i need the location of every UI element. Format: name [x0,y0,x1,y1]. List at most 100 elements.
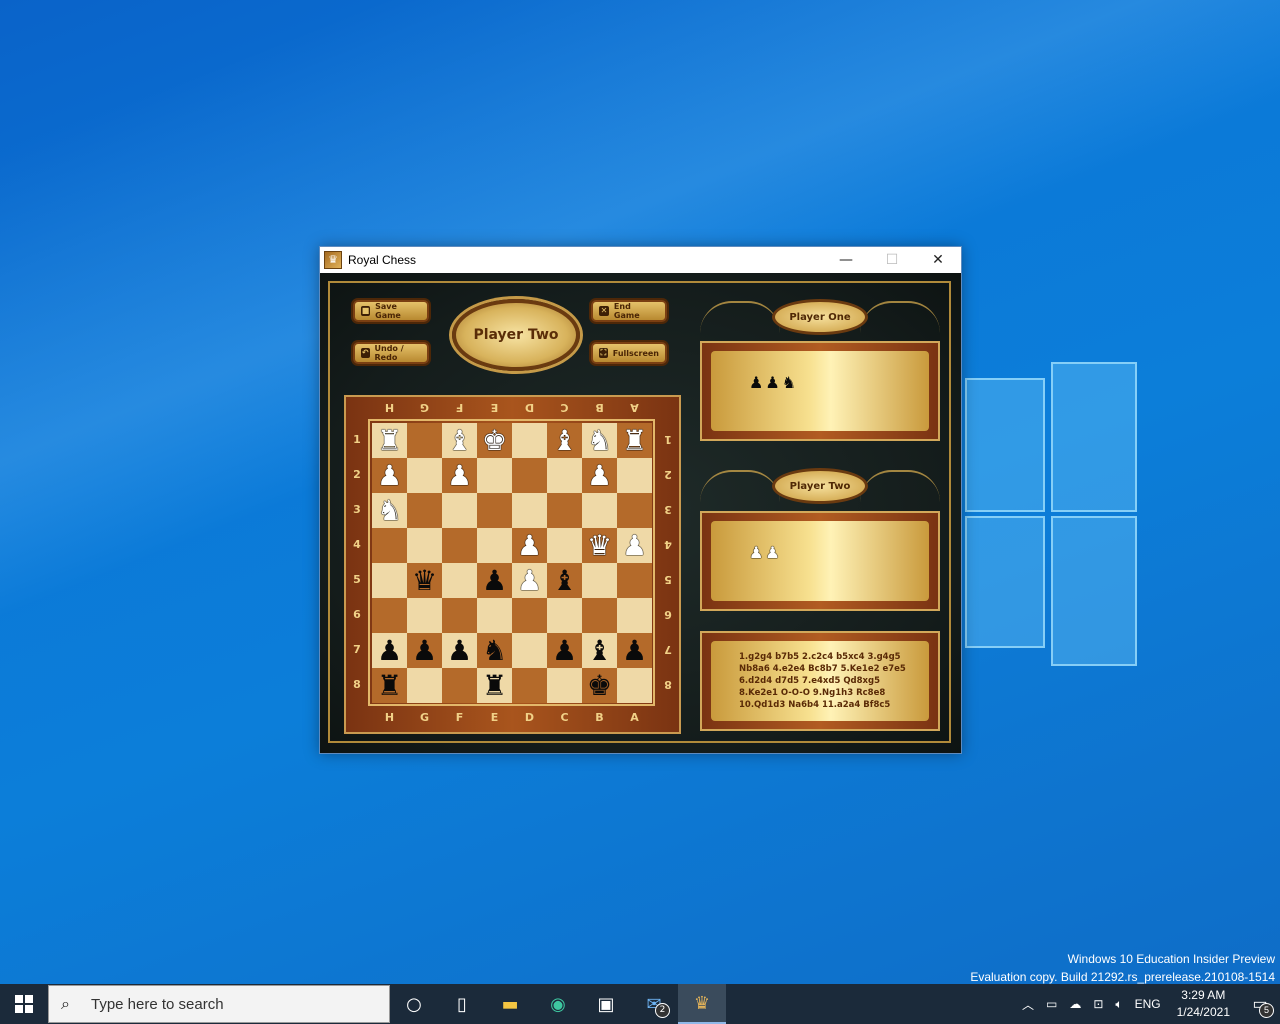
undo-redo-button[interactable]: ↶ Undo / Redo [353,342,429,364]
board-square[interactable] [617,458,652,493]
action-center-button[interactable]: ▭ 5 [1240,984,1280,1024]
chess-piece-black[interactable]: ♞ [482,633,507,668]
chess-piece-white[interactable]: ♟ [517,563,542,598]
language-indicator[interactable]: ENG [1129,997,1167,1011]
board-square[interactable]: ♝ [547,563,582,598]
chess-piece-black[interactable]: ♜ [377,668,402,703]
board-square[interactable] [617,493,652,528]
board-square[interactable]: ♟ [617,633,652,668]
board-square[interactable] [477,598,512,633]
board-square[interactable]: ♞ [372,493,407,528]
board-square[interactable] [372,563,407,598]
title-bar[interactable]: ♛ Royal Chess — ☐ ✕ [320,247,961,273]
volume-icon[interactable]: 🔈︎ [1109,997,1128,1012]
board-square[interactable] [617,668,652,703]
board-square[interactable] [477,493,512,528]
board-square[interactable] [512,493,547,528]
chess-piece-black[interactable]: ♟ [412,633,437,668]
chess-piece-white[interactable]: ♛ [587,528,612,563]
chess-piece-black[interactable]: ♚ [587,668,612,703]
board-square[interactable] [407,668,442,703]
board-square[interactable] [442,668,477,703]
board-square[interactable]: ♟ [442,458,477,493]
board-square[interactable]: ♟ [582,458,617,493]
chess-piece-white[interactable]: ♜ [377,423,402,458]
file-explorer-button[interactable]: ▬ [486,984,534,1024]
board-square[interactable] [442,493,477,528]
board-square[interactable] [512,458,547,493]
board-square[interactable]: ♛ [407,563,442,598]
chess-piece-white[interactable]: ♞ [587,423,612,458]
close-button[interactable]: ✕ [915,247,961,273]
board-square[interactable]: ♜ [372,668,407,703]
board-square[interactable] [442,563,477,598]
chess-piece-white[interactable]: ♟ [622,528,647,563]
board-square[interactable] [512,668,547,703]
board-square[interactable] [477,458,512,493]
chess-piece-black[interactable]: ♟ [482,563,507,598]
board-square[interactable]: ♟ [407,633,442,668]
board-square[interactable] [512,423,547,458]
board-square[interactable]: ♝ [582,633,617,668]
board-square[interactable]: ♟ [372,633,407,668]
cortana-button[interactable]: ○ [390,984,438,1024]
board-square[interactable]: ♛ [582,528,617,563]
chess-piece-black[interactable]: ♝ [552,563,577,598]
chess-piece-white[interactable]: ♜ [622,423,647,458]
board-square[interactable] [372,598,407,633]
board-square[interactable]: ♚ [477,423,512,458]
board-square[interactable] [512,633,547,668]
board-square[interactable]: ♟ [617,528,652,563]
taskbar-search-box[interactable]: ⌕ Type here to search [48,985,390,1023]
chess-piece-black[interactable]: ♟ [377,633,402,668]
board-square[interactable] [442,528,477,563]
board-square[interactable]: ♞ [582,423,617,458]
board-square[interactable] [407,493,442,528]
end-game-button[interactable]: ✕ End Game [591,300,667,322]
chess-piece-white[interactable]: ♟ [447,458,472,493]
chess-piece-black[interactable]: ♟ [447,633,472,668]
edge-browser-button[interactable]: ◉ [534,984,582,1024]
task-view-button[interactable]: ▯ [438,984,486,1024]
board-square[interactable] [407,458,442,493]
fullscreen-button[interactable]: ⛶ Fullscreen [591,342,667,364]
mail-button[interactable]: ✉ 2 [630,984,678,1024]
board-square[interactable] [547,493,582,528]
board-square[interactable] [547,528,582,563]
board-square[interactable] [547,458,582,493]
board-square[interactable]: ♞ [477,633,512,668]
chess-piece-black[interactable]: ♝ [587,633,612,668]
board-square[interactable] [582,598,617,633]
board-square[interactable]: ♟ [372,458,407,493]
board-square[interactable]: ♜ [617,423,652,458]
board-square[interactable]: ♟ [512,563,547,598]
onedrive-cloud-icon[interactable]: ☁ [1063,997,1087,1011]
chevron-up-icon[interactable]: ︿ [1016,996,1040,1013]
board-square[interactable] [512,598,547,633]
store-button[interactable]: ▣ [582,984,630,1024]
maximize-button[interactable]: ☐ [869,247,915,273]
board-square[interactable]: ♟ [477,563,512,598]
chess-piece-white[interactable]: ♟ [377,458,402,493]
minimize-button[interactable]: — [823,247,869,273]
board-square[interactable] [547,668,582,703]
chess-piece-white[interactable]: ♝ [552,423,577,458]
chess-piece-white[interactable]: ♟ [517,528,542,563]
chess-piece-white[interactable]: ♟ [587,458,612,493]
chess-piece-white[interactable]: ♝ [447,423,472,458]
royal-chess-taskbar-button[interactable]: ♛ [678,984,726,1024]
board-square[interactable] [547,598,582,633]
board-square[interactable]: ♟ [442,633,477,668]
chess-board[interactable]: ♜ ♝ ♚ ♝ ♞ ♜ ♟ ♟ ♟ ♞ ♟ ♛ ♟ ♛ ♟ ♟ ♝ ♟ ♟ ♟ ♞ ♟ ♝ ♟ ♜ ♜ ♚ [372,423,652,703]
save-game-button[interactable]: ■ Save Game [353,300,429,322]
start-button[interactable] [0,984,48,1024]
board-square[interactable]: ♝ [442,423,477,458]
network-icon[interactable]: ⊡ [1087,997,1109,1011]
board-square[interactable] [477,528,512,563]
board-square[interactable] [442,598,477,633]
board-square[interactable]: ♟ [512,528,547,563]
board-square[interactable]: ♝ [547,423,582,458]
board-square[interactable]: ♟ [547,633,582,668]
board-square[interactable] [407,598,442,633]
board-square[interactable] [582,493,617,528]
